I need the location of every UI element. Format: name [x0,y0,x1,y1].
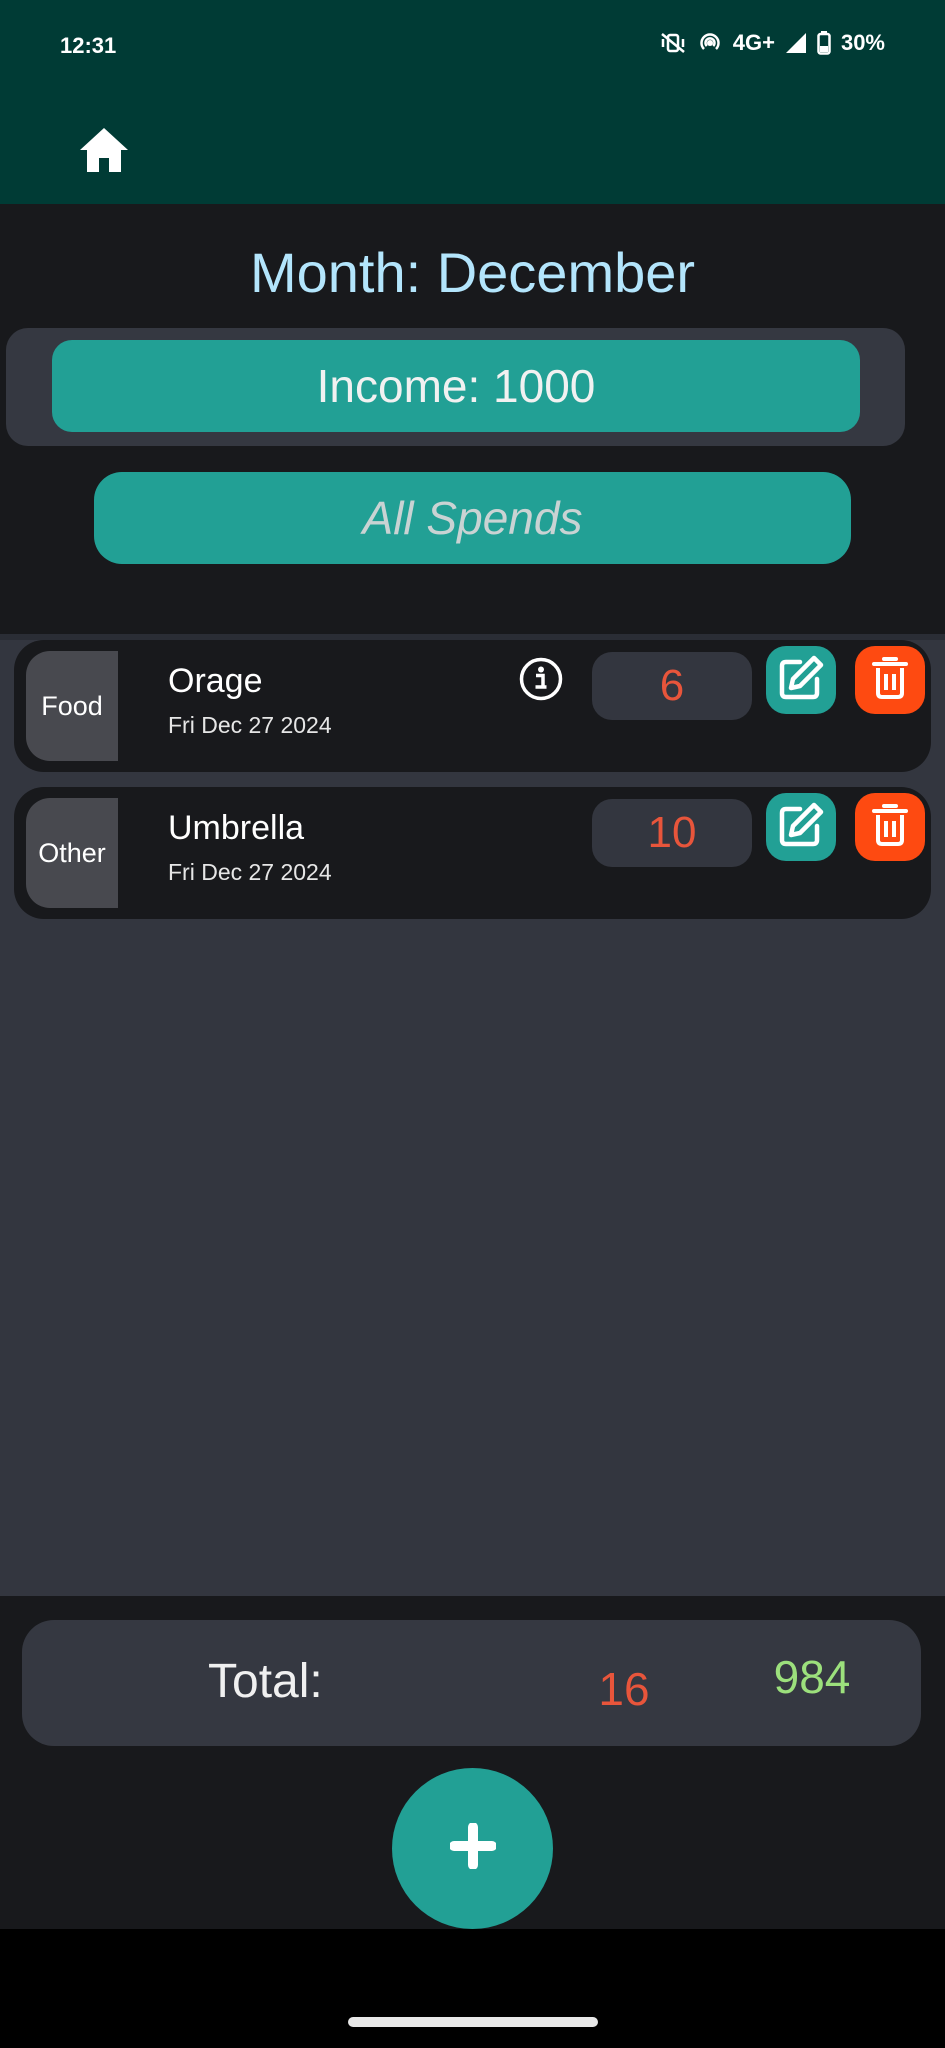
edit-icon [776,800,826,855]
system-nav-bar [0,1929,945,2048]
hotspot-icon [697,30,723,56]
income-panel: Income: 1000 [6,328,905,446]
delete-button[interactable] [855,646,925,714]
mute-vibrate-icon [659,31,687,55]
category-tag: Other [26,798,118,908]
total-remaining: 984 [773,1651,851,1703]
plus-icon [448,1822,497,1874]
spend-item[interactable]: Food Orage Fri Dec 27 2024 6 [14,640,931,772]
spend-date: Fri Dec 27 2024 [168,712,332,738]
delete-button[interactable] [855,793,925,861]
spend-amount: 6 [592,652,752,720]
app-bar [0,96,945,204]
spend-amount: 10 [592,799,752,867]
status-bar: 12:31 4G+ 30% [0,0,945,96]
home-icon [78,128,130,178]
battery-level: 30% [840,30,885,55]
total-panel: Total: 16 984 [22,1620,921,1746]
spend-name: Umbrella [168,809,305,847]
category-tag: Food [26,651,118,761]
total-label: Total: [208,1655,323,1708]
edit-button[interactable] [766,646,836,714]
total-spent: 16 [598,1663,650,1715]
trash-icon [872,803,908,851]
battery-icon [817,31,831,55]
spend-name: Orage [168,662,263,700]
status-time: 12:31 [60,33,117,58]
spend-date: Fri Dec 27 2024 [168,859,332,885]
network-type: 4G+ [732,30,775,55]
income-button[interactable]: Income: 1000 [52,340,860,432]
info-icon[interactable] [518,656,564,702]
edit-icon [776,653,826,708]
add-spend-button[interactable] [392,1768,553,1929]
all-spends-button[interactable]: All Spends [94,472,851,564]
spend-list[interactable] [0,634,945,1596]
home-indicator[interactable] [348,2017,598,2027]
summary-section: Month: December Income: 1000 All Spends [0,204,945,634]
spend-item[interactable]: Other Umbrella Fri Dec 27 2024 10 [14,787,931,919]
footer-section: Total: 16 984 [0,1596,945,1929]
edit-button[interactable] [766,793,836,861]
month-title: Month: December [249,241,696,304]
trash-icon [872,656,908,704]
signal-icon [785,32,807,54]
home-button[interactable] [78,126,130,174]
status-icons: 4G+ 30% [659,30,885,56]
